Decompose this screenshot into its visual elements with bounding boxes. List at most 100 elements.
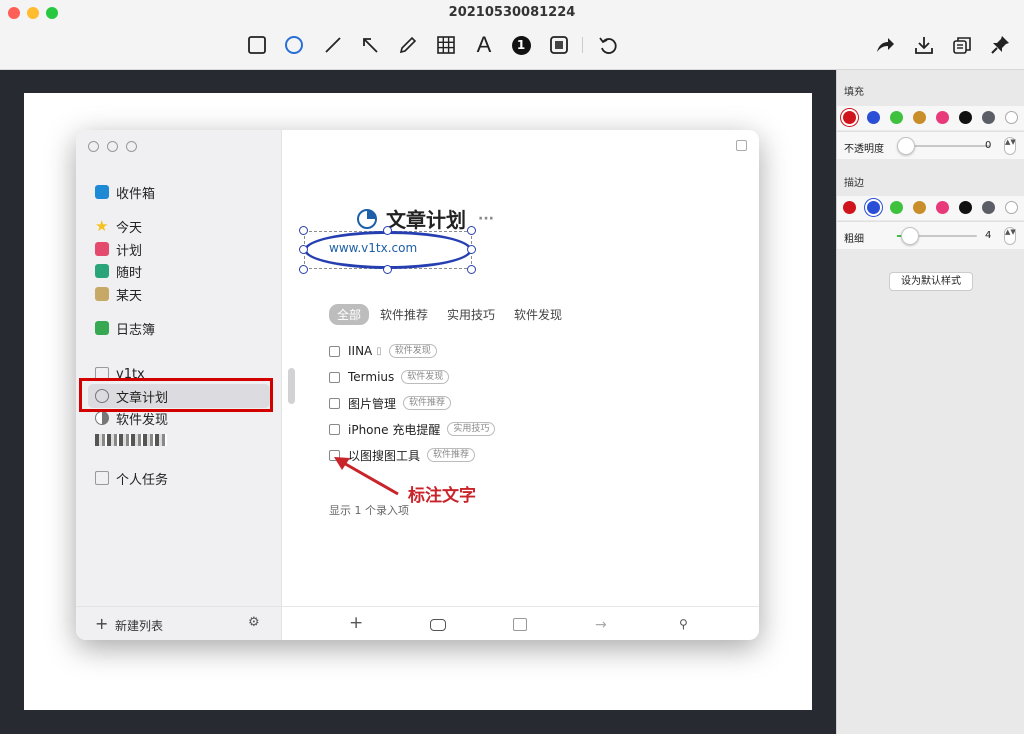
move-arrow-icon[interactable]: →	[595, 617, 607, 633]
fill-swatch-white[interactable]	[1005, 111, 1018, 124]
fill-swatch-gray[interactable]	[982, 111, 995, 124]
resize-handle[interactable]	[467, 245, 476, 254]
stroke-swatch-blue[interactable]	[867, 201, 880, 214]
stroke-swatch-green[interactable]	[890, 201, 903, 214]
resize-handle[interactable]	[383, 226, 392, 235]
set-default-style-button[interactable]: 设为默认样式	[889, 272, 973, 291]
pixelated-mosaic	[95, 434, 167, 446]
resize-handle[interactable]	[467, 265, 476, 274]
task-checkbox[interactable]	[329, 423, 340, 435]
fill-swatch-orange[interactable]	[913, 111, 926, 124]
note-icon: ▯	[376, 345, 382, 357]
task-checkbox[interactable]	[329, 345, 340, 357]
counter-icon[interactable]: 1	[509, 33, 533, 57]
tab-all[interactable]: 全部	[329, 304, 370, 325]
pin-icon[interactable]	[988, 33, 1012, 57]
undo-icon[interactable]	[596, 33, 620, 57]
box-icon	[95, 287, 109, 301]
opacity-value: 0	[985, 140, 992, 151]
logbook-icon	[95, 321, 109, 335]
calendar-icon[interactable]	[513, 618, 527, 631]
task-tag: 软件发现	[401, 370, 450, 384]
opacity-label: 不透明度	[844, 144, 884, 155]
inbox-icon	[95, 185, 109, 199]
plus-icon[interactable]: +	[95, 614, 108, 633]
sidebar-item-inbox[interactable]: 收件箱	[95, 182, 155, 202]
sidebar-label: 计划	[116, 243, 143, 259]
sidebar-item-personal[interactable]: 个人任务	[95, 468, 168, 488]
fullscreen-icon[interactable]	[736, 140, 747, 151]
fill-swatch-pink[interactable]	[936, 111, 949, 124]
sidebar-item-anytime[interactable]: 随时	[95, 261, 142, 281]
task-row[interactable]: IINA ▯ 软件发现	[329, 342, 437, 360]
task-checkbox[interactable]	[329, 371, 340, 383]
new-list-button[interactable]: 新建列表	[115, 617, 163, 634]
sidebar-item-plan[interactable]: 计划	[95, 239, 142, 259]
sidebar-item-redacted[interactable]	[95, 430, 167, 450]
sidebar-item-someday[interactable]: 某天	[95, 284, 142, 304]
resize-handle[interactable]	[299, 226, 308, 235]
thickness-slider-knob[interactable]	[901, 227, 919, 245]
copy-icon[interactable]	[950, 33, 974, 57]
more-icon[interactable]: ···	[478, 211, 494, 227]
opacity-slider-knob[interactable]	[897, 137, 915, 155]
task-tag: 软件推荐	[403, 396, 452, 410]
thickness-stepper[interactable]: ▲▼	[1004, 227, 1016, 245]
fill-section-title: 填充	[844, 87, 864, 98]
rectangle-icon[interactable]	[245, 33, 269, 57]
sidebar-item-logbook[interactable]: 日志簿	[95, 318, 155, 338]
fill-swatch-black[interactable]	[959, 111, 972, 124]
sidebar-label: 日志簿	[116, 322, 156, 338]
tab-software-recommend[interactable]: 软件推荐	[372, 304, 436, 325]
resize-handle[interactable]	[299, 265, 308, 274]
fill-swatch-red[interactable]	[843, 111, 856, 124]
pencil-icon[interactable]	[396, 33, 420, 57]
tab-software-discovery[interactable]: 软件发现	[506, 304, 570, 325]
resize-handle[interactable]	[383, 265, 392, 274]
task-row[interactable]: iPhone 充电提醒 实用技巧	[329, 420, 496, 438]
main-footer: + → ⚲	[282, 606, 759, 640]
stroke-swatch-gray[interactable]	[982, 201, 995, 214]
red-rectangle-annotation[interactable]	[79, 378, 273, 412]
task-name: iPhone 充电提醒	[348, 422, 441, 437]
fill-swatch-blue[interactable]	[867, 111, 880, 124]
text-annotation[interactable]: 标注文字	[408, 481, 476, 506]
stroke-swatch-white[interactable]	[1005, 201, 1018, 214]
tab-tips[interactable]: 实用技巧	[439, 304, 503, 325]
line-icon[interactable]	[321, 33, 345, 57]
stroke-swatch-orange[interactable]	[913, 201, 926, 214]
filter-settings-icon[interactable]: ⚙	[248, 615, 260, 630]
highlight-icon[interactable]	[547, 33, 571, 57]
inner-main: 文章计划 ··· www.v1tx.com 全部 软件推荐 实用技巧 软件发现 …	[282, 130, 759, 640]
task-row[interactable]: Termius 软件发现	[329, 368, 450, 386]
screenshot-editor-window: 20210530081224 A 1 收件箱 ★ 今天 计划 随时 某天 日志簿	[0, 0, 1024, 734]
project-link[interactable]: www.v1tx.com	[329, 241, 417, 255]
stroke-swatch-red[interactable]	[843, 201, 856, 214]
add-heading-icon[interactable]	[430, 619, 446, 631]
task-row[interactable]: 图片管理 软件推荐	[329, 394, 452, 412]
task-checkbox[interactable]	[329, 397, 340, 409]
task-name: IINA	[348, 344, 373, 358]
stroke-swatch-pink[interactable]	[936, 201, 949, 214]
share-icon[interactable]	[873, 33, 897, 57]
resize-handle[interactable]	[299, 245, 308, 254]
progress-pie-icon	[95, 411, 109, 425]
inner-zoom-icon	[126, 141, 137, 152]
fill-swatch-green[interactable]	[890, 111, 903, 124]
sidebar-label: 今天	[116, 220, 143, 236]
opacity-stepper[interactable]: ▲▼	[1004, 137, 1016, 155]
red-arrow-annotation[interactable]	[330, 450, 410, 500]
add-task-icon[interactable]: +	[349, 613, 363, 633]
stroke-swatch-black[interactable]	[959, 201, 972, 214]
title-bar: 20210530081224 A 1	[0, 0, 1024, 70]
text-icon[interactable]: A	[472, 32, 496, 57]
ellipse-icon[interactable]	[282, 33, 306, 57]
download-icon[interactable]	[912, 33, 936, 57]
search-icon[interactable]: ⚲	[679, 617, 688, 631]
arrow-icon[interactable]	[358, 33, 382, 57]
star-icon: ★	[95, 217, 109, 235]
task-tag: 实用技巧	[447, 422, 496, 436]
mosaic-grid-icon[interactable]	[434, 33, 458, 57]
sidebar-item-today[interactable]: ★ 今天	[95, 216, 142, 236]
resize-handle[interactable]	[467, 226, 476, 235]
